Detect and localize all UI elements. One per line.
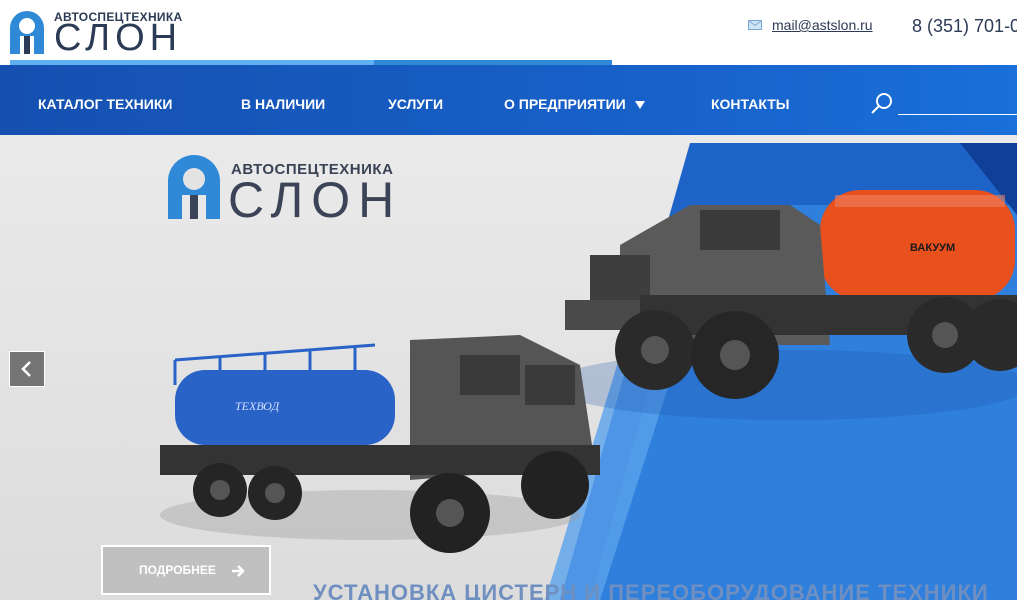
nav-about[interactable]: О ПРЕДПРИЯТИИ [504, 96, 645, 112]
hero-slogan: УСТАНОВКА ЦИСТЕРН И ПЕРЕОБОРУДОВАНИЕ ТЕХ… [313, 580, 989, 600]
hero-logo-title: СЛОН [228, 172, 403, 228]
water-tank-label: ТЕХВОД [235, 399, 280, 413]
main-nav: КАТАЛОГ ТЕХНИКИ В НАЛИЧИИ УСЛУГИ О ПРЕДП… [0, 65, 1017, 135]
elephant-logo-icon [10, 11, 44, 54]
vacuum-truck-image: ВАКУУМ [550, 190, 1017, 420]
more-details-button[interactable]: ПОДРОБНЕЕ [101, 545, 271, 595]
arrow-right-icon [232, 565, 245, 577]
search-input[interactable] [898, 114, 1017, 115]
hero-slider: ВАКУУМ ТЕХВОД АВТОСПЕЦТЕХНИКА СЛОН ПОДРО… [0, 135, 1017, 600]
slider-prev-button[interactable] [9, 351, 45, 387]
mail-icon [748, 20, 762, 30]
chevron-left-icon [21, 361, 31, 377]
nav-catalog[interactable]: КАТАЛОГ ТЕХНИКИ [38, 96, 172, 112]
water-truck-image: ТЕХВОД [160, 335, 600, 553]
site-header: АВТОСПЕЦТЕХНИКА СЛОН mail@astslon.ru 8 (… [0, 0, 1017, 60]
nav-in-stock[interactable]: В НАЛИЧИИ [241, 96, 325, 112]
nav-about-label: О ПРЕДПРИЯТИИ [504, 96, 626, 112]
elephant-logo-icon [168, 155, 220, 219]
caret-down-icon [634, 101, 645, 110]
vacuum-tank-label: ВАКУУМ [910, 242, 955, 254]
phone-number[interactable]: 8 (351) 701-0 [912, 16, 1017, 37]
more-details-label: ПОДРОБНЕЕ [139, 563, 216, 577]
search-icon[interactable] [870, 91, 894, 115]
hero-background: ВАКУУМ ТЕХВОД [160, 143, 1017, 600]
nav-services[interactable]: УСЛУГИ [388, 96, 443, 112]
site-logo[interactable]: АВТОСПЕЦТЕХНИКА СЛОН [6, 4, 186, 59]
email-link[interactable]: mail@astslon.ru [772, 17, 873, 33]
logo-title: СЛОН [54, 17, 183, 59]
nav-contacts[interactable]: КОНТАКТЫ [711, 96, 789, 112]
